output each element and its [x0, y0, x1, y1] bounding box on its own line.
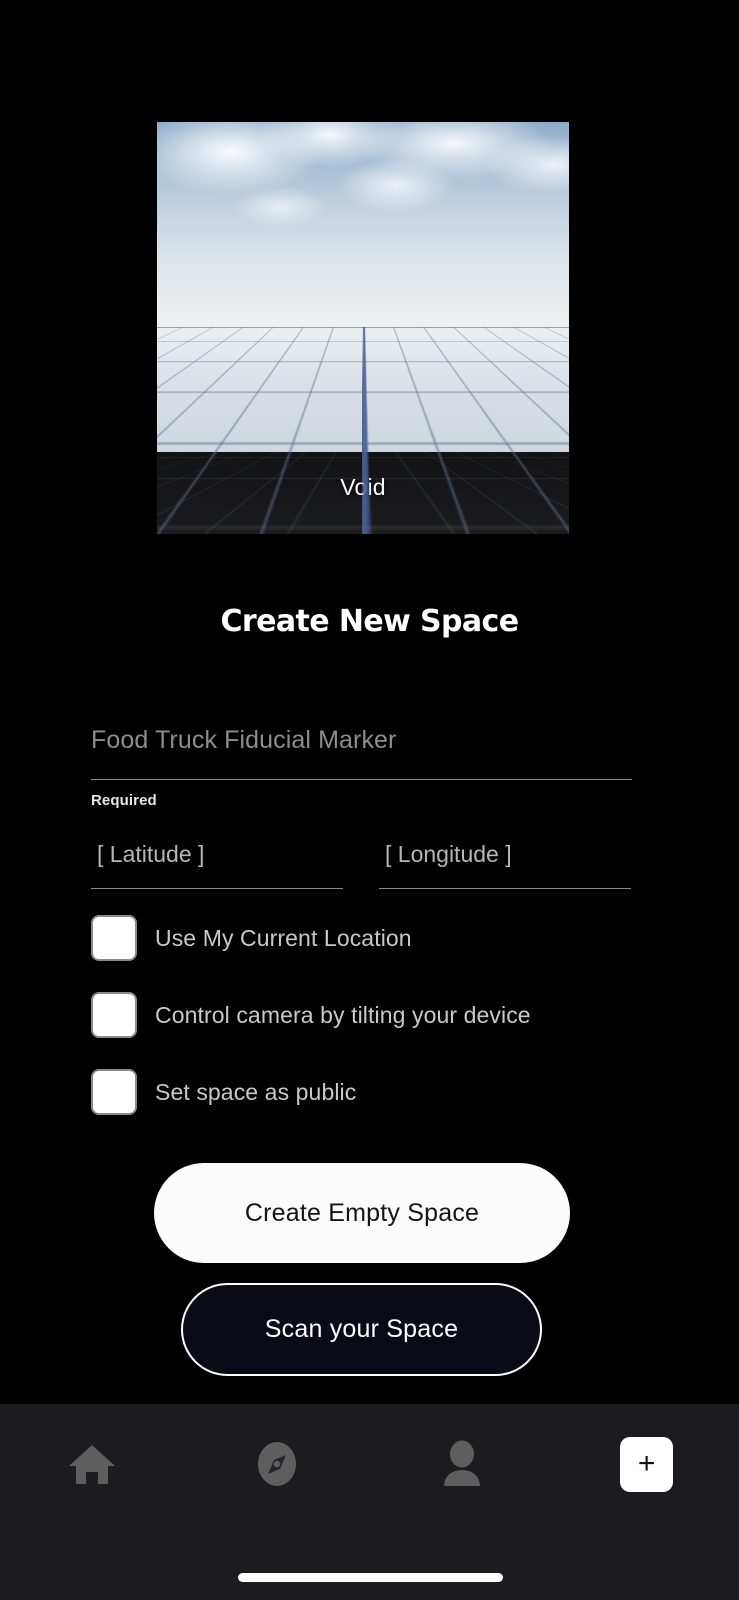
required-helper-text: Required — [91, 792, 157, 809]
longitude-placeholder: [ Longitude ] — [385, 841, 512, 867]
space-name-placeholder: Food Truck Fiducial Marker — [91, 726, 397, 754]
longitude-underline — [379, 888, 631, 889]
person-icon — [438, 1439, 486, 1489]
nav-item-add[interactable]: + — [554, 1404, 739, 1524]
create-space-form: Food Truck Fiducial Marker Required [ La… — [91, 722, 632, 1142]
home-icon — [67, 1441, 117, 1487]
scan-your-space-button[interactable]: Scan your Space — [181, 1283, 542, 1376]
nav-item-home[interactable] — [0, 1404, 185, 1524]
scroll-content: Void Create New Space Food Truck Fiducia… — [0, 0, 739, 1404]
space-preview-card[interactable]: Void — [157, 122, 569, 534]
checkbox-public-space[interactable] — [91, 1069, 137, 1115]
checkbox-use-current-location[interactable] — [91, 915, 137, 961]
create-empty-space-button[interactable]: Create Empty Space — [154, 1163, 570, 1263]
option-use-current-location[interactable]: Use My Current Location — [91, 911, 632, 965]
skybox-image — [157, 122, 569, 334]
option-label: Use My Current Location — [155, 924, 412, 951]
options-list: Use My Current Location Control camera b… — [91, 911, 632, 1119]
option-public-space[interactable]: Set space as public — [91, 1065, 632, 1119]
option-label: Control camera by tilting your device — [155, 1001, 531, 1028]
option-tilt-camera[interactable]: Control camera by tilting your device — [91, 988, 632, 1042]
option-label: Set space as public — [155, 1078, 357, 1105]
space-name-underline — [91, 779, 632, 780]
home-indicator — [237, 1573, 503, 1582]
page-title: Create New Space — [220, 604, 519, 639]
nav-items: + — [0, 1404, 739, 1524]
space-name-field[interactable]: Food Truck Fiducial Marker — [91, 722, 632, 780]
checkbox-tilt-camera[interactable] — [91, 992, 137, 1038]
plus-icon[interactable]: + — [620, 1436, 674, 1492]
nav-item-explore[interactable] — [185, 1404, 370, 1524]
bottom-navigation-bar: + — [0, 1404, 739, 1600]
app-screen: Void Create New Space Food Truck Fiducia… — [0, 0, 739, 1600]
latitude-field[interactable]: [ Latitude ] — [91, 841, 343, 889]
compass-icon — [251, 1438, 303, 1490]
longitude-field[interactable]: [ Longitude ] — [379, 841, 631, 889]
latitude-underline — [91, 888, 343, 889]
preview-label: Void — [340, 474, 386, 500]
coordinates-row: [ Latitude ] [ Longitude ] — [91, 841, 632, 889]
latitude-placeholder: [ Latitude ] — [97, 841, 205, 867]
nav-item-profile[interactable] — [370, 1404, 555, 1524]
